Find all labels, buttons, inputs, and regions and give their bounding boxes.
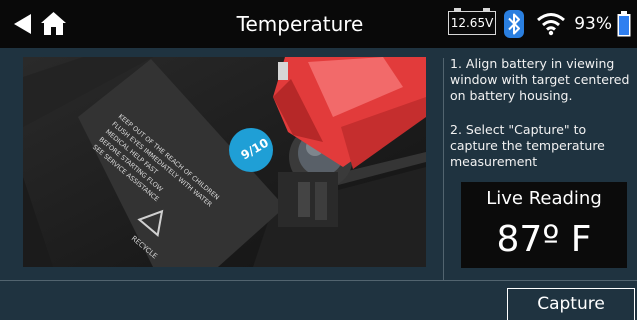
wifi-icon	[537, 13, 565, 36]
live-reading-value: 87º F	[496, 219, 592, 260]
battery-percent: 93%	[574, 14, 612, 34]
back-arrow-icon[interactable]	[14, 14, 31, 34]
camera-view: KEEP OUT OF THE REACH OF CHILDREN FLUSH …	[23, 57, 426, 267]
bottom-divider	[0, 280, 637, 281]
page-title: Temperature	[236, 12, 364, 36]
capture-button[interactable]: Capture	[507, 288, 635, 320]
top-bar: Temperature 12.65V 93%	[0, 0, 637, 48]
live-reading-panel: Live Reading 87º F	[461, 182, 627, 268]
battery-icon	[617, 11, 631, 37]
live-reading-label: Live Reading	[486, 188, 602, 209]
vertical-divider	[443, 58, 444, 280]
instruction-step-2: 2. Select "Capture" to capture the tempe…	[450, 122, 605, 169]
instruction-step-1: 1. Align battery in viewing window with …	[450, 56, 630, 103]
bluetooth-icon	[504, 10, 524, 38]
home-icon[interactable]	[40, 11, 67, 36]
voltage-readout: 12.65V	[448, 8, 496, 35]
